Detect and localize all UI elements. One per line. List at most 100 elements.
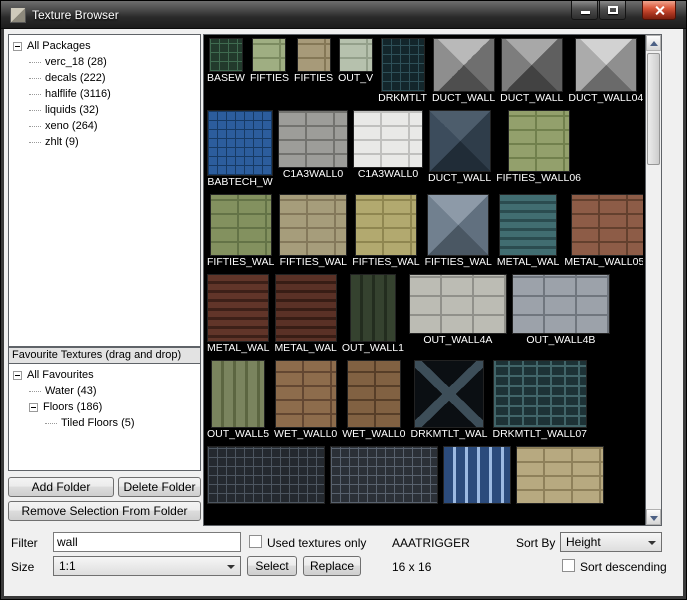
texture-thumbnail[interactable]: [574, 38, 637, 92]
texture-item[interactable]: METAL_WAL: [497, 194, 559, 269]
sort-by-dropdown[interactable]: Height: [560, 532, 662, 552]
delete-folder-button[interactable]: Delete Folder: [118, 477, 201, 497]
filter-input[interactable]: [53, 532, 241, 552]
texture-thumbnail[interactable]: [349, 274, 396, 342]
add-folder-button[interactable]: Add Folder: [8, 477, 114, 497]
texture-thumbnail[interactable]: [570, 194, 643, 256]
texture-item[interactable]: METAL_WAL: [207, 274, 269, 355]
texture-thumbnail[interactable]: [354, 194, 417, 256]
texture-item[interactable]: BABTECH_W: [207, 110, 273, 189]
texture-item[interactable]: METAL_WALL05B: [564, 194, 643, 269]
close-button[interactable]: [642, 1, 676, 20]
scroll-up-button[interactable]: [646, 35, 661, 51]
texture-thumbnail[interactable]: [427, 194, 490, 256]
size-dropdown[interactable]: 1:1: [53, 556, 241, 576]
texture-item[interactable]: C1A3WALL0: [353, 110, 423, 181]
texture-thumbnail[interactable]: [353, 110, 423, 168]
texture-item[interactable]: DUCT_WALL04: [568, 38, 643, 105]
tree-item[interactable]: Tiled Floors (5): [9, 415, 200, 431]
texture-thumbnail[interactable]: [380, 38, 425, 92]
tree-item[interactable]: verc_18 (28): [9, 54, 200, 70]
remove-selection-button[interactable]: Remove Selection From Folder: [8, 501, 201, 521]
tree-item[interactable]: liquids (32): [9, 102, 200, 118]
tree-item[interactable]: Water (43): [9, 383, 200, 399]
texture-item[interactable]: DUCT_WALL: [428, 110, 491, 185]
select-button[interactable]: Select: [247, 556, 297, 576]
texture-item[interactable]: OUT_WALL1: [342, 274, 404, 355]
texture-thumbnail[interactable]: [274, 274, 337, 342]
texture-item[interactable]: FIFTIES_WALL06: [496, 110, 581, 185]
tree-item[interactable]: decals (222): [9, 70, 200, 86]
maximize-button[interactable]: [599, 1, 626, 20]
tree-item[interactable]: zhlt (9): [9, 134, 200, 150]
tree-item[interactable]: All Packages: [9, 38, 200, 54]
collapse-icon[interactable]: [13, 370, 22, 380]
texture-thumbnail[interactable]: [209, 194, 272, 256]
texture-thumbnail[interactable]: [252, 38, 287, 72]
texture-thumbnail[interactable]: [413, 360, 484, 428]
scrollbar-thumb[interactable]: [647, 53, 660, 165]
titlebar[interactable]: Texture Browser: [1, 1, 686, 29]
texture-scrollbar[interactable]: [645, 35, 661, 525]
tree-item[interactable]: xeno (264): [9, 118, 200, 134]
texture-thumbnail[interactable]: [428, 110, 491, 172]
texture-item[interactable]: [330, 446, 438, 504]
texture-thumbnail[interactable]: [330, 446, 438, 504]
texture-item[interactable]: OUT_WALL4A: [408, 274, 507, 347]
texture-thumbnail[interactable]: [279, 194, 348, 256]
texture-thumbnail[interactable]: [500, 38, 563, 92]
texture-item[interactable]: OUT_V: [338, 38, 373, 85]
collapse-icon[interactable]: [29, 402, 38, 412]
texture-item[interactable]: DRKMTLT_WAL: [410, 360, 488, 441]
texture-item[interactable]: DUCT_WALL: [500, 38, 563, 105]
texture-item[interactable]: DRKMTLT: [378, 38, 427, 105]
texture-thumbnail[interactable]: [274, 360, 337, 428]
texture-item[interactable]: FIFTIES: [294, 38, 333, 85]
texture-thumbnail[interactable]: [207, 110, 273, 176]
texture-item[interactable]: DUCT_WALL: [432, 38, 495, 105]
packages-tree[interactable]: All Packages verc_18 (28) decals (222) half…: [8, 34, 201, 347]
texture-item[interactable]: OUT_WALL4B: [511, 274, 610, 347]
texture-thumbnail[interactable]: [408, 274, 507, 334]
texture-item[interactable]: METAL_WAL: [274, 274, 337, 355]
texture-browser-grid-area[interactable]: BASEW FIFTIES FIFTIES OUT_V DRKMTLT DUCT_WALL…: [203, 34, 662, 526]
sort-descending-checkbox[interactable]: [562, 559, 575, 572]
texture-thumbnail[interactable]: [278, 110, 348, 168]
used-textures-only-checkbox[interactable]: [249, 535, 262, 548]
collapse-icon[interactable]: [13, 41, 22, 51]
texture-thumbnail[interactable]: [499, 194, 558, 256]
tree-item[interactable]: Floors (186): [9, 399, 200, 415]
texture-thumbnail[interactable]: [346, 360, 401, 428]
texture-item[interactable]: FIFTIES: [250, 38, 289, 85]
texture-item[interactable]: BASEW: [207, 38, 245, 85]
texture-item[interactable]: FIFTIES_WAL: [352, 194, 420, 269]
texture-thumbnail[interactable]: [507, 110, 570, 172]
texture-thumbnail[interactable]: [432, 38, 495, 92]
texture-item[interactable]: WET_WALL0: [342, 360, 405, 441]
texture-thumbnail[interactable]: [511, 274, 610, 334]
minimize-button[interactable]: [571, 1, 598, 20]
texture-item[interactable]: WET_WALL0: [274, 360, 337, 441]
texture-thumbnail[interactable]: [296, 38, 331, 72]
texture-thumbnail[interactable]: [207, 274, 270, 342]
texture-thumbnail[interactable]: [443, 446, 511, 504]
scroll-down-button[interactable]: [646, 509, 661, 525]
texture-item[interactable]: C1A3WALL0: [278, 110, 348, 181]
texture-item[interactable]: [516, 446, 604, 504]
texture-item[interactable]: OUT_WALL5: [207, 360, 269, 441]
texture-item[interactable]: [443, 446, 511, 504]
texture-item[interactable]: FIFTIES_WAL: [425, 194, 492, 269]
texture-thumbnail[interactable]: [211, 360, 266, 428]
texture-thumbnail[interactable]: [208, 38, 243, 72]
texture-item[interactable]: DRKMTLT_WALL07: [492, 360, 587, 441]
texture-item[interactable]: FIFTIES_WAL: [279, 194, 348, 269]
tree-item[interactable]: All Favourites: [9, 367, 200, 383]
texture-thumbnail[interactable]: [516, 446, 604, 504]
texture-thumbnail[interactable]: [207, 446, 325, 504]
texture-item[interactable]: FIFTIES_WAL: [207, 194, 274, 269]
texture-thumbnail[interactable]: [492, 360, 587, 428]
favourites-tree[interactable]: All Favourites Water (43) Floors (186) Tile…: [8, 363, 201, 471]
replace-button[interactable]: Replace: [303, 556, 361, 576]
tree-item[interactable]: halflife (3116): [9, 86, 200, 102]
texture-thumbnail[interactable]: [338, 38, 373, 72]
